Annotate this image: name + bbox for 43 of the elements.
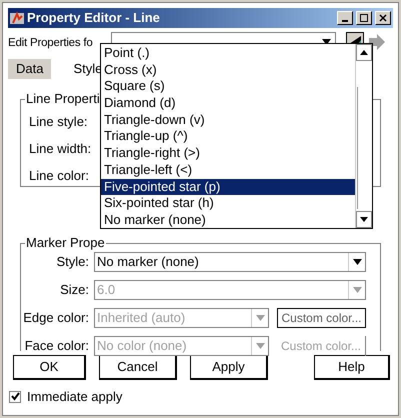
field-label: Edge color:: [22, 309, 90, 328]
scroll-up-icon[interactable]: [360, 50, 368, 55]
dropdown-arrow-icon: [352, 259, 362, 265]
dropdown-option[interactable]: Triangle-right (>): [101, 145, 355, 162]
window-title: Property Editor - Line: [27, 9, 161, 28]
dialog-button[interactable]: OK: [13, 355, 86, 380]
dropdown-arrow-icon: [352, 287, 362, 293]
field-label: Style:: [55, 253, 90, 272]
dropdown-option[interactable]: Triangle-up (^): [101, 128, 355, 146]
dropdown-arrow-icon: [256, 315, 264, 321]
checkbox[interactable]: [9, 390, 21, 403]
maximize-button[interactable]: [356, 11, 372, 25]
app-icon: [10, 11, 24, 25]
dropdown-option[interactable]: Triangle-left (<): [101, 162, 355, 178]
forward-arrow-icon[interactable]: [368, 33, 386, 51]
field-label: Face color:: [24, 337, 90, 356]
dropdown-option[interactable]: Diamond (d): [101, 95, 355, 112]
field-label: Size:: [59, 281, 90, 300]
field-label: Line style:: [29, 114, 88, 130]
dropdown-option[interactable]: Triangle-down (v): [101, 112, 355, 128]
dialog-button[interactable]: Apply: [190, 355, 268, 380]
close-button[interactable]: [375, 11, 391, 25]
tab[interactable]: Data: [8, 59, 52, 79]
close-icon: [379, 14, 387, 22]
field-label: Line color:: [29, 168, 89, 184]
minimize-button[interactable]: [337, 11, 353, 25]
edit-properties-label: Edit Properties fo: [8, 36, 93, 49]
field-label: Line width:: [29, 141, 92, 157]
dropdown-arrow-icon: [256, 343, 264, 349]
group-title: Marker Prope: [25, 235, 106, 251]
dropdown-option[interactable]: Six-pointed star (h): [101, 195, 355, 212]
group-title: Line Properti: [25, 91, 101, 107]
dialog-button[interactable]: Cancel: [99, 355, 177, 380]
dropdown-option[interactable]: No marker (none): [101, 212, 355, 229]
maximize-icon: [360, 14, 368, 22]
dropdown-field[interactable]: No marker (none): [94, 252, 366, 272]
dropdown-option[interactable]: Five-pointed star (p): [101, 178, 355, 196]
dropdown-option[interactable]: Point (.): [101, 45, 355, 62]
dropdown-option[interactable]: Square (s): [101, 78, 355, 96]
checkbox-label: Immediate apply: [27, 388, 122, 406]
scroll-down-icon[interactable]: [360, 217, 368, 222]
scrollbar[interactable]: [355, 44, 372, 228]
dialog-button[interactable]: Help: [314, 355, 390, 380]
